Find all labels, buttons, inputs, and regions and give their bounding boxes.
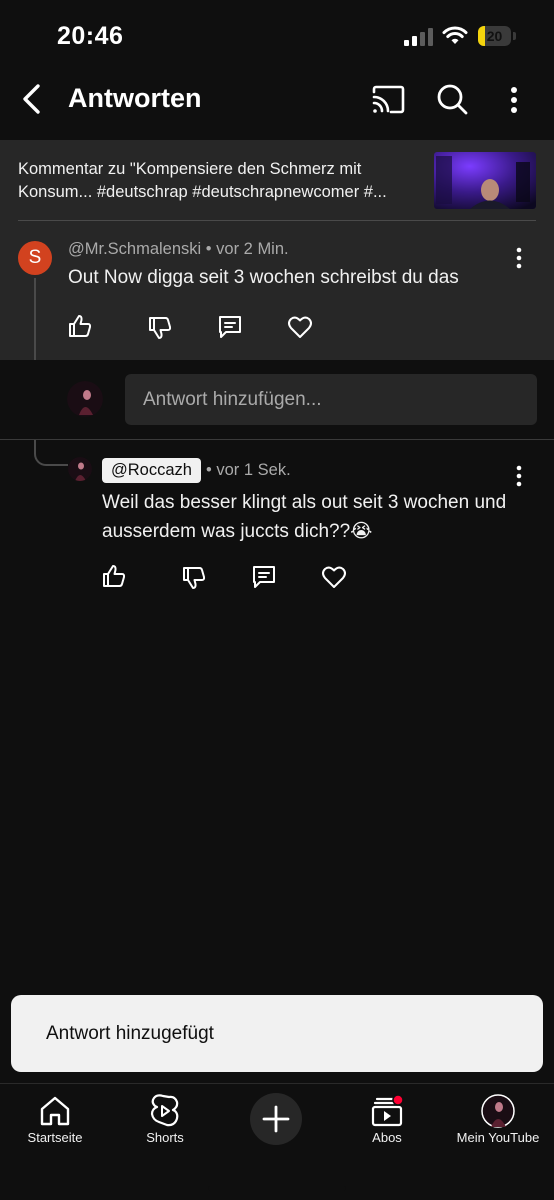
battery-level: 20 — [486, 28, 503, 44]
thumb-up-icon[interactable] — [101, 563, 127, 589]
meta-separator: • — [206, 461, 217, 479]
nav-item-startseite[interactable]: Startseite — [0, 1084, 110, 1154]
back-arrow-icon[interactable] — [16, 80, 50, 118]
heart-icon[interactable] — [321, 564, 347, 590]
comment-time: vor 1 Sek. — [216, 461, 291, 479]
avatar — [67, 381, 103, 417]
home-indicator — [208, 1186, 346, 1191]
thumb-up-icon[interactable] — [67, 313, 93, 339]
comment-text: Out Now digga seit 3 wochen schreibst du… — [68, 267, 459, 288]
thumb-down-icon[interactable] — [181, 565, 207, 591]
nav-label: Startseite — [27, 1130, 83, 1145]
reply-input[interactable] — [125, 374, 537, 425]
wifi-icon — [442, 26, 468, 44]
home-icon — [40, 1096, 70, 1126]
nav-label: Abos — [372, 1130, 402, 1145]
thumb-down-icon[interactable] — [147, 315, 173, 341]
snackbar-toast: Antwort hinzugefügt — [11, 995, 543, 1072]
profile-avatar — [481, 1094, 515, 1128]
nav-item-mein-youtube[interactable]: Mein YouTube — [443, 1084, 553, 1154]
reply-input-row — [0, 360, 554, 440]
avatar[interactable]: S — [18, 241, 52, 275]
create-button[interactable] — [250, 1093, 302, 1145]
reply-icon[interactable] — [217, 314, 243, 340]
reply-comment: @Roccazh • vor 1 Sek. Weil das besser kl… — [0, 440, 554, 600]
search-icon[interactable] — [434, 81, 470, 117]
divider — [18, 220, 536, 221]
thread-line — [34, 440, 68, 466]
video-thumbnail[interactable] — [434, 152, 536, 209]
more-vert-icon[interactable] — [509, 246, 529, 270]
toast-message: Antwort hinzugefügt — [46, 1023, 214, 1044]
status-time: 20:46 — [57, 22, 124, 50]
meta-separator: • — [205, 240, 217, 258]
battery-icon: 20 — [478, 26, 516, 46]
nav-label: Shorts — [146, 1130, 184, 1145]
reply-icon[interactable] — [251, 564, 277, 590]
cast-icon[interactable] — [370, 82, 406, 118]
parent-comment-panel: Kommentar zu "Kompensiere den Schmerz mi… — [0, 140, 554, 360]
video-context-text[interactable]: Kommentar zu "Kompensiere den Schmerz mi… — [18, 158, 423, 204]
thread-line — [34, 278, 36, 360]
comment-time: vor 2 Min. — [216, 240, 289, 258]
comment-author[interactable]: @Mr.Schmalenski — [68, 240, 201, 258]
page-title: Antworten — [68, 83, 202, 113]
shorts-icon — [150, 1094, 179, 1127]
comment-meta: @Mr.Schmalenski • vor 2 Min. — [68, 240, 289, 259]
nav-label: Mein YouTube — [456, 1130, 540, 1145]
signal-icon — [404, 28, 433, 46]
avatar[interactable] — [68, 457, 92, 481]
nav-item-shorts[interactable]: Shorts — [110, 1084, 220, 1154]
more-vert-icon[interactable] — [509, 464, 529, 488]
status-bar: 20:46 20 — [0, 0, 554, 72]
nav-item-abos[interactable]: Abos — [332, 1084, 442, 1154]
comment-author[interactable]: @Roccazh — [102, 458, 201, 483]
heart-icon[interactable] — [287, 314, 313, 340]
more-vert-icon[interactable] — [500, 82, 528, 118]
comment-text: Weil das besser klingt als out seit 3 wo… — [102, 492, 507, 542]
create-plus-icon — [262, 1105, 290, 1133]
bottom-nav: Startseite Shorts Abos Mein YouTube — [0, 1083, 554, 1200]
subscriptions-icon — [371, 1094, 404, 1127]
app-header: Antworten — [0, 72, 554, 140]
comment-meta: • vor 1 Sek. — [206, 461, 291, 480]
